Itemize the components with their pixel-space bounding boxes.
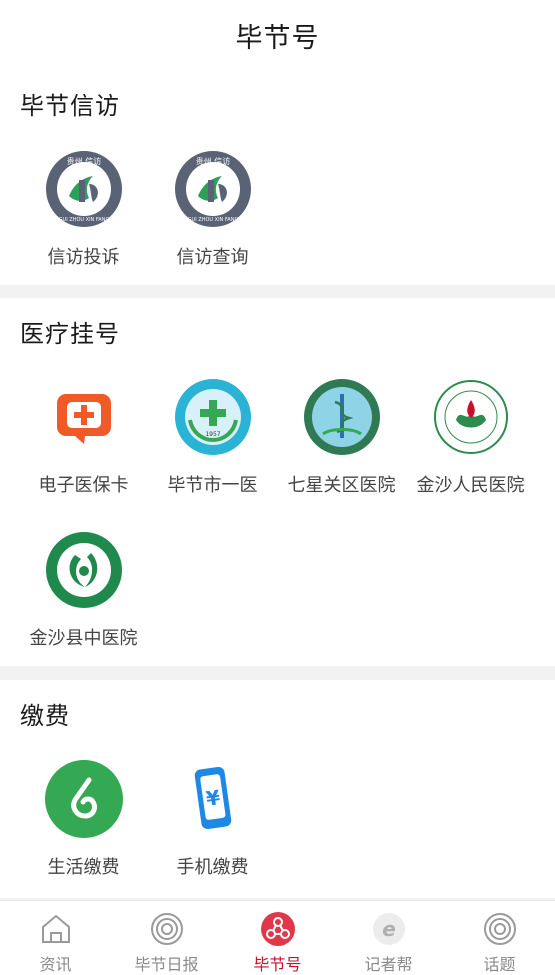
item-label: 毕节市一医: [167, 475, 258, 496]
e-icon: e: [372, 913, 405, 945]
network-icon: [260, 912, 295, 946]
hospital-logo-icon: [433, 380, 508, 454]
section-medical-registration: 医疗挂号 电子医保卡 1957 毕节市一医 七星关区医院 金沙人民医院 金沙县中…: [0, 298, 555, 666]
item-label: 信访投诉: [47, 247, 120, 268]
item-label: 电子医保卡: [38, 475, 129, 496]
svg-text:e: e: [382, 917, 396, 941]
tab-bijie-hao[interactable]: 毕节号: [222, 901, 333, 975]
section-title: 毕节信访: [20, 92, 120, 120]
logo-top-text: 贵州 信访: [195, 156, 230, 166]
e-medical-card-button[interactable]: 电子医保卡: [19, 378, 148, 497]
target-icon: [150, 913, 183, 945]
xinfang-complaint-button[interactable]: 贵州 信访 GUI ZHOU XIN FANG 信访投诉: [19, 150, 148, 269]
item-label: 生活缴费: [47, 857, 120, 878]
phone-payment-icon: ¥: [194, 766, 231, 830]
tab-news[interactable]: 资讯: [0, 901, 111, 975]
xinfang-query-button[interactable]: 贵州 信访 GUI ZHOU XIN FANG 信访查询: [148, 150, 277, 269]
tab-label: 毕节日报: [134, 955, 199, 974]
bottom-tab-bar: 资讯 毕节日报 毕节号 e 记者帮 话题: [0, 900, 555, 975]
item-label: 七星关区医院: [287, 475, 396, 496]
hospital-logo-icon: [303, 379, 380, 455]
tab-topics[interactable]: 话题: [444, 901, 555, 975]
hospital-logo-icon: 1957: [174, 379, 251, 455]
tab-label: 记者帮: [364, 955, 413, 974]
page-title: 毕节号: [235, 22, 320, 54]
section-bijie-xinfang: 毕节信访 贵州 信访 GUI ZHOU XIN FANG 信访投诉 贵州 信访 …: [0, 70, 555, 285]
jinsha-tcm-hospital-button[interactable]: 金沙县中医院: [19, 531, 148, 650]
logo-top-text: 贵州 信访: [66, 156, 101, 166]
item-label: 信访查询: [176, 247, 249, 268]
phone-payment-button[interactable]: ¥ 手机缴费: [148, 760, 277, 879]
tab-label: 毕节号: [253, 955, 302, 974]
life-payment-button[interactable]: 生活缴费: [19, 760, 148, 879]
tab-label: 资讯: [39, 955, 72, 974]
jinsha-peoples-hospital-button[interactable]: 金沙人民医院: [406, 378, 535, 497]
section-title: 医疗挂号: [20, 320, 120, 348]
medical-card-icon: [56, 394, 111, 444]
hospital-logo-icon: [45, 532, 122, 608]
bijie-first-hospital-button[interactable]: 1957 毕节市一医: [148, 378, 277, 497]
item-label: 金沙县中医院: [29, 628, 138, 649]
tab-bijie-daily[interactable]: 毕节日报: [111, 901, 222, 975]
guizhou-xinfang-logo-icon: 贵州 信访 GUI ZHOU XIN FANG: [45, 151, 122, 227]
home-icon: [41, 914, 70, 943]
tab-reporter-help[interactable]: e 记者帮: [333, 901, 444, 975]
guizhou-xinfang-logo-icon: 贵州 信访 GUI ZHOU XIN FANG: [174, 151, 251, 227]
life-payment-icon: [44, 760, 123, 838]
app-header: 毕节号: [0, 0, 555, 70]
section-title: 缴费: [20, 702, 70, 730]
section-payment: 缴费 生活缴费 ¥ 手机缴费: [0, 680, 555, 898]
target-icon: [483, 913, 516, 945]
qixingguan-hospital-button[interactable]: 七星关区医院: [277, 378, 406, 497]
logo-year-text: 1957: [205, 431, 220, 438]
item-label: 金沙人民医院: [416, 475, 525, 496]
logo-bottom-text: GUI ZHOU XIN FANG: [58, 217, 109, 223]
tab-label: 话题: [483, 955, 516, 974]
logo-bottom-text: GUI ZHOU XIN FANG: [187, 217, 238, 223]
item-label: 手机缴费: [176, 857, 249, 878]
